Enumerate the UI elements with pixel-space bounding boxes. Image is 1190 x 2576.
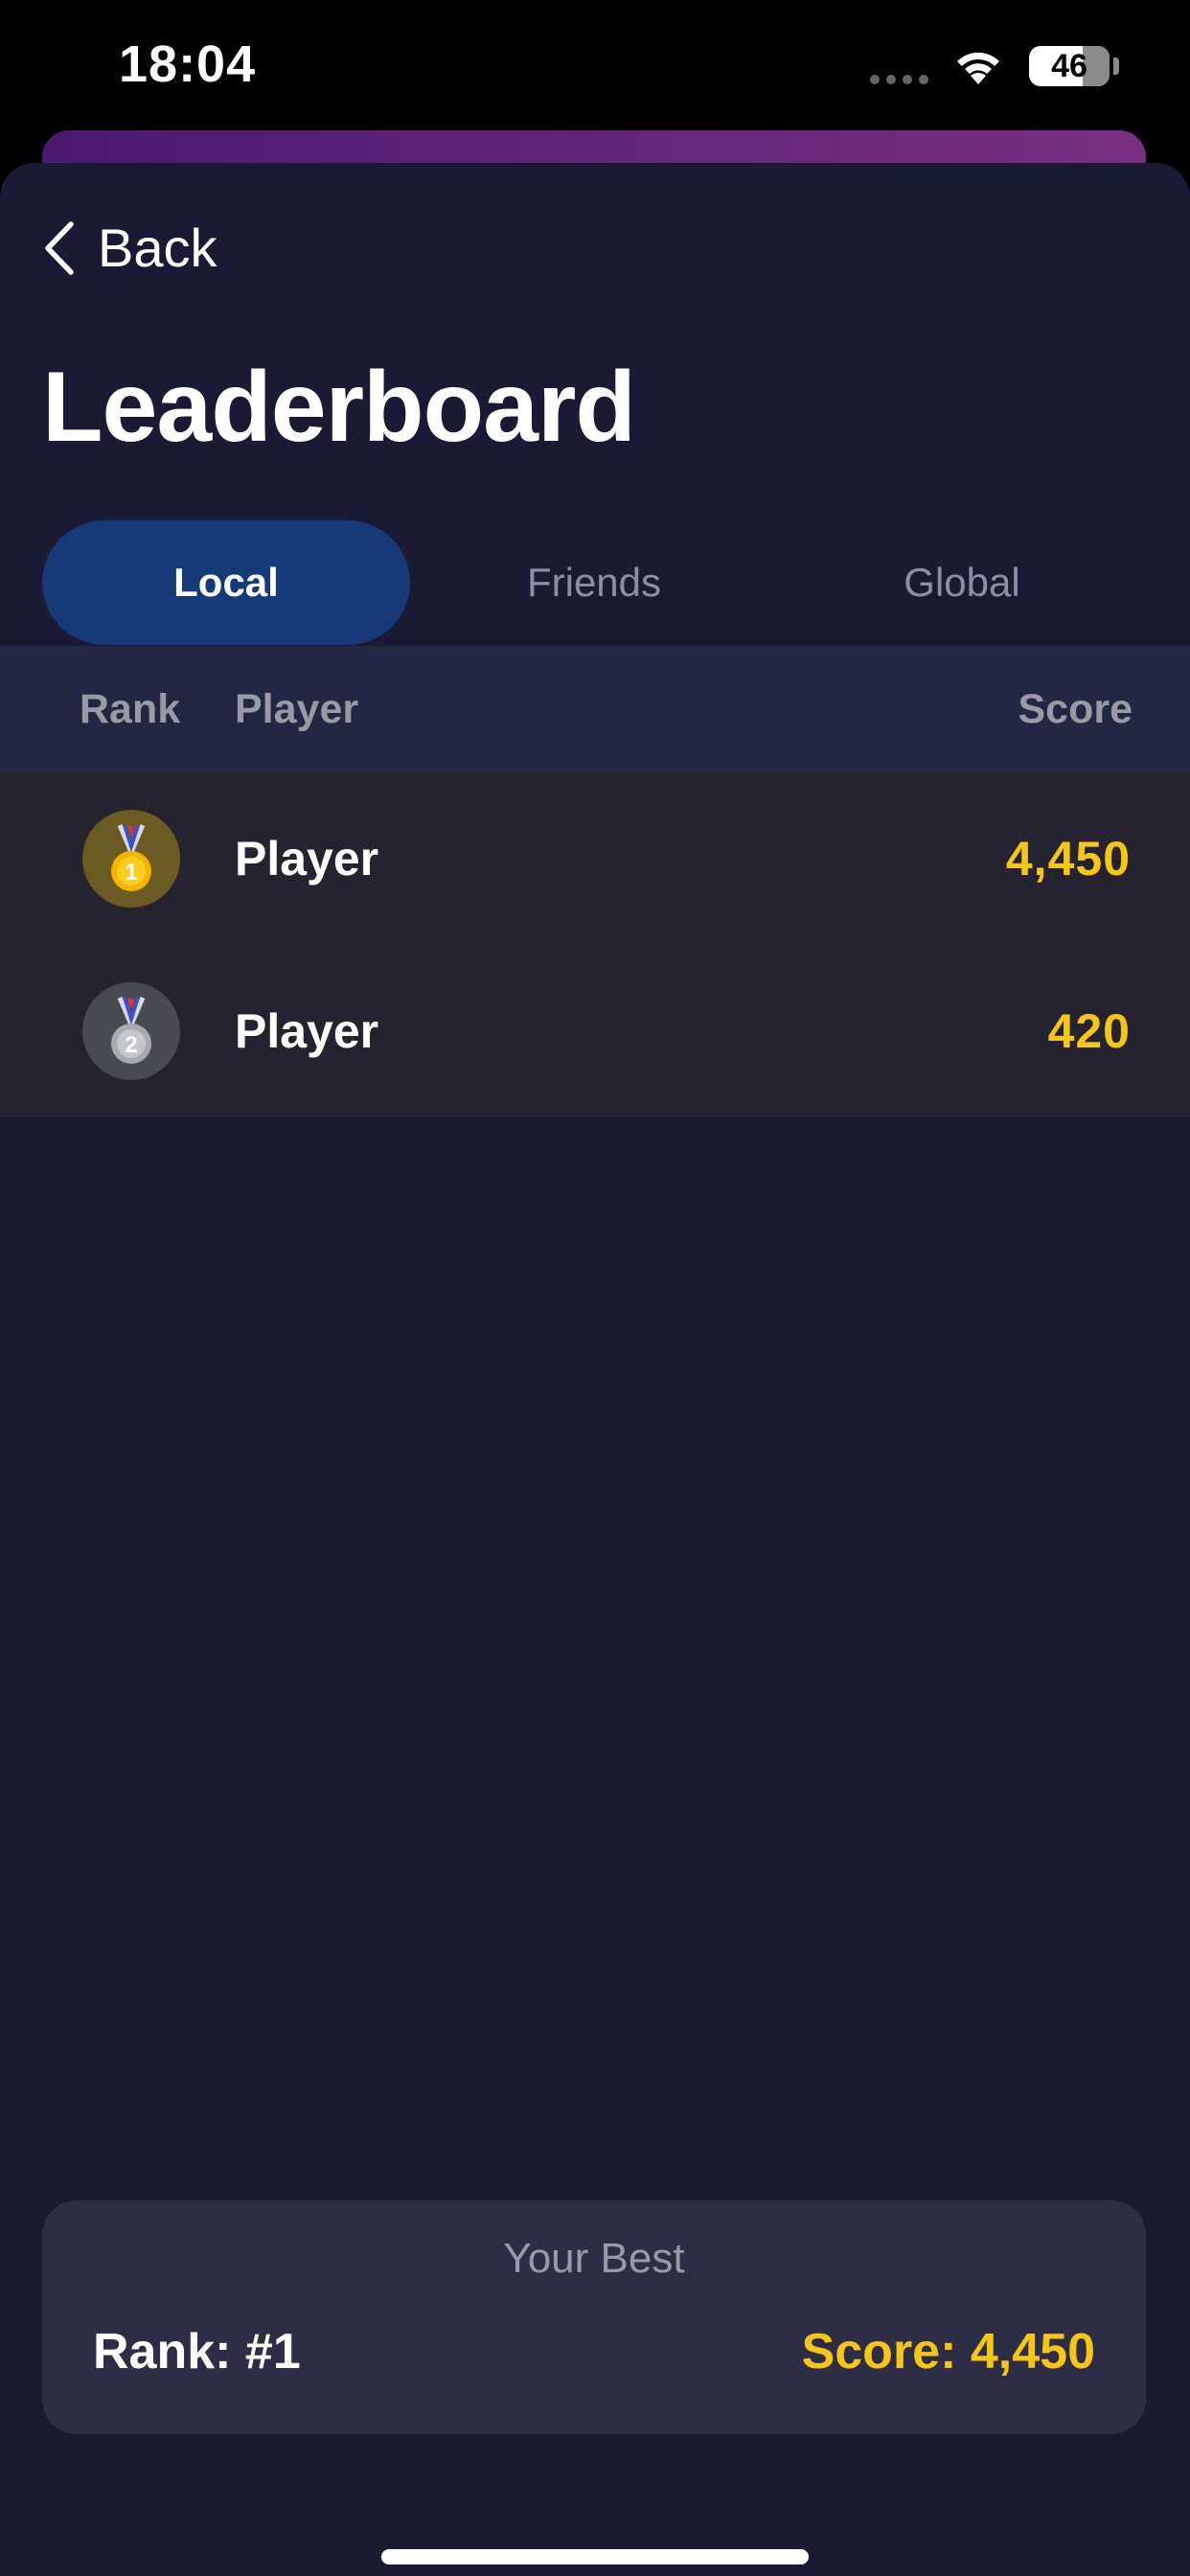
page-title: Leaderboard xyxy=(42,352,636,463)
table-header: Rank Player Score xyxy=(0,646,1190,772)
your-best-card: Your Best Rank: #1 Score: 4,450 xyxy=(42,2200,1146,2434)
battery-level: 46 xyxy=(1051,47,1087,84)
tab-friends[interactable]: Friends xyxy=(410,520,778,645)
cellular-signal-icon xyxy=(870,75,928,84)
column-header-player: Player xyxy=(235,686,359,732)
status-bar: 18:04 46 xyxy=(0,0,1190,134)
svg-text:2: 2 xyxy=(125,1032,137,1058)
player-score: 4,450 xyxy=(1005,832,1131,886)
your-best-score: Score: 4,450 xyxy=(801,2324,1095,2380)
your-best-rank: Rank: #1 xyxy=(93,2324,301,2380)
tab-global[interactable]: Global xyxy=(778,520,1146,645)
gold-medal-icon: 1 xyxy=(82,810,180,908)
scope-tabs: Local Friends Global xyxy=(42,520,1146,645)
column-header-score: Score xyxy=(1018,686,1133,732)
home-indicator[interactable] xyxy=(381,2549,809,2564)
svg-text:1: 1 xyxy=(125,860,137,886)
your-best-title: Your Best xyxy=(503,2235,685,2282)
player-name: Player xyxy=(235,832,379,886)
back-label: Back xyxy=(98,218,217,278)
wifi-icon xyxy=(957,52,999,84)
battery-icon: 46 xyxy=(1029,46,1110,86)
chevron-left-icon xyxy=(45,220,74,275)
player-name: Player xyxy=(235,1004,379,1058)
back-button[interactable]: Back xyxy=(42,217,217,279)
tab-local[interactable]: Local xyxy=(42,520,410,645)
table-row: 1 Player 4,450 xyxy=(0,772,1190,945)
battery-cap xyxy=(1113,58,1119,75)
table-row: 2 Player 420 xyxy=(0,945,1190,1117)
status-time: 18:04 xyxy=(119,35,257,93)
leaderboard-sheet: Back Leaderboard Local Friends Global Ra… xyxy=(0,163,1190,2576)
column-header-rank: Rank xyxy=(80,686,181,732)
silver-medal-icon: 2 xyxy=(82,982,180,1080)
player-score: 420 xyxy=(1047,1004,1131,1058)
